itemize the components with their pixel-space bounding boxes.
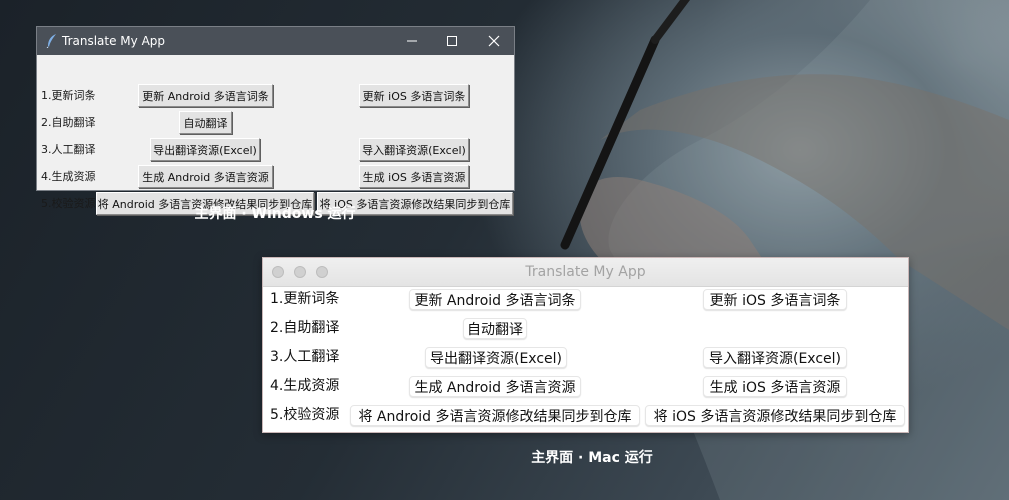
import-excel-button[interactable]: 导入翻译资源(Excel) <box>703 347 847 368</box>
maximize-button[interactable] <box>432 27 472 55</box>
windows-title-bar[interactable]: Translate My App <box>37 27 514 55</box>
windows-caption: 主界面 · Windows 运行 <box>194 206 356 222</box>
export-excel-button[interactable]: 导出翻译资源(Excel) <box>425 347 567 368</box>
mac-app-window: Translate My App 1.更新词条 更新 Android 多语言词条… <box>262 257 909 433</box>
close-icon <box>488 35 500 47</box>
window-title: Translate My App <box>525 264 646 280</box>
auto-translate-button[interactable]: 自动翻译 <box>179 111 232 134</box>
row-label-generate-resources: 4.生成资源 <box>41 170 96 183</box>
update-android-entries-button[interactable]: 更新 Android 多语言词条 <box>409 289 581 310</box>
row-label-auto-translate: 2.自助翻译 <box>270 320 340 336</box>
update-android-entries-button[interactable]: 更新 Android 多语言词条 <box>138 84 273 107</box>
mac-caption: 主界面 · Mac 运行 <box>531 450 653 466</box>
minimize-button[interactable] <box>392 27 432 55</box>
minimize-icon <box>407 40 417 42</box>
generate-ios-resources-button[interactable]: 生成 iOS 多语言资源 <box>359 165 469 188</box>
row-label-verify-resources: 5.校验资源 <box>270 407 340 423</box>
windows-app-body: 1.更新词条 更新 Android 多语言词条 更新 iOS 多语言词条 2.自… <box>37 55 514 215</box>
maximize-icon <box>447 36 457 46</box>
export-excel-button[interactable]: 导出翻译资源(Excel) <box>150 138 260 161</box>
import-excel-button[interactable]: 导入翻译资源(Excel) <box>359 138 469 161</box>
row-label-generate-resources: 4.生成资源 <box>270 378 340 394</box>
row-label-update-entries: 1.更新词条 <box>41 89 96 102</box>
update-ios-entries-button[interactable]: 更新 iOS 多语言词条 <box>359 84 469 107</box>
generate-android-resources-button[interactable]: 生成 Android 多语言资源 <box>138 165 273 188</box>
windows-app-window: Translate My App 1.更新词条 更新 Android 多语言词条… <box>37 27 514 215</box>
sync-ios-to-repo-button[interactable]: 将 iOS 多语言资源修改结果同步到仓库 <box>645 405 905 426</box>
update-ios-entries-button[interactable]: 更新 iOS 多语言词条 <box>703 289 847 310</box>
mac-title-bar[interactable]: Translate My App <box>263 258 908 287</box>
row-label-auto-translate: 2.自助翻译 <box>41 116 96 129</box>
window-title: Translate My App <box>62 34 166 48</box>
row-label-manual-translate: 3.人工翻译 <box>41 143 96 156</box>
row-label-verify-resources: 5.校验资源 <box>41 197 96 210</box>
generate-ios-resources-button[interactable]: 生成 iOS 多语言资源 <box>703 376 847 397</box>
close-button[interactable] <box>474 27 514 55</box>
row-label-update-entries: 1.更新词条 <box>270 291 340 307</box>
auto-translate-button[interactable]: 自动翻译 <box>463 318 527 339</box>
sync-android-to-repo-button[interactable]: 将 Android 多语言资源修改结果同步到仓库 <box>350 405 640 426</box>
feather-app-icon <box>46 34 56 48</box>
row-label-manual-translate: 3.人工翻译 <box>270 349 340 365</box>
generate-android-resources-button[interactable]: 生成 Android 多语言资源 <box>409 376 581 397</box>
